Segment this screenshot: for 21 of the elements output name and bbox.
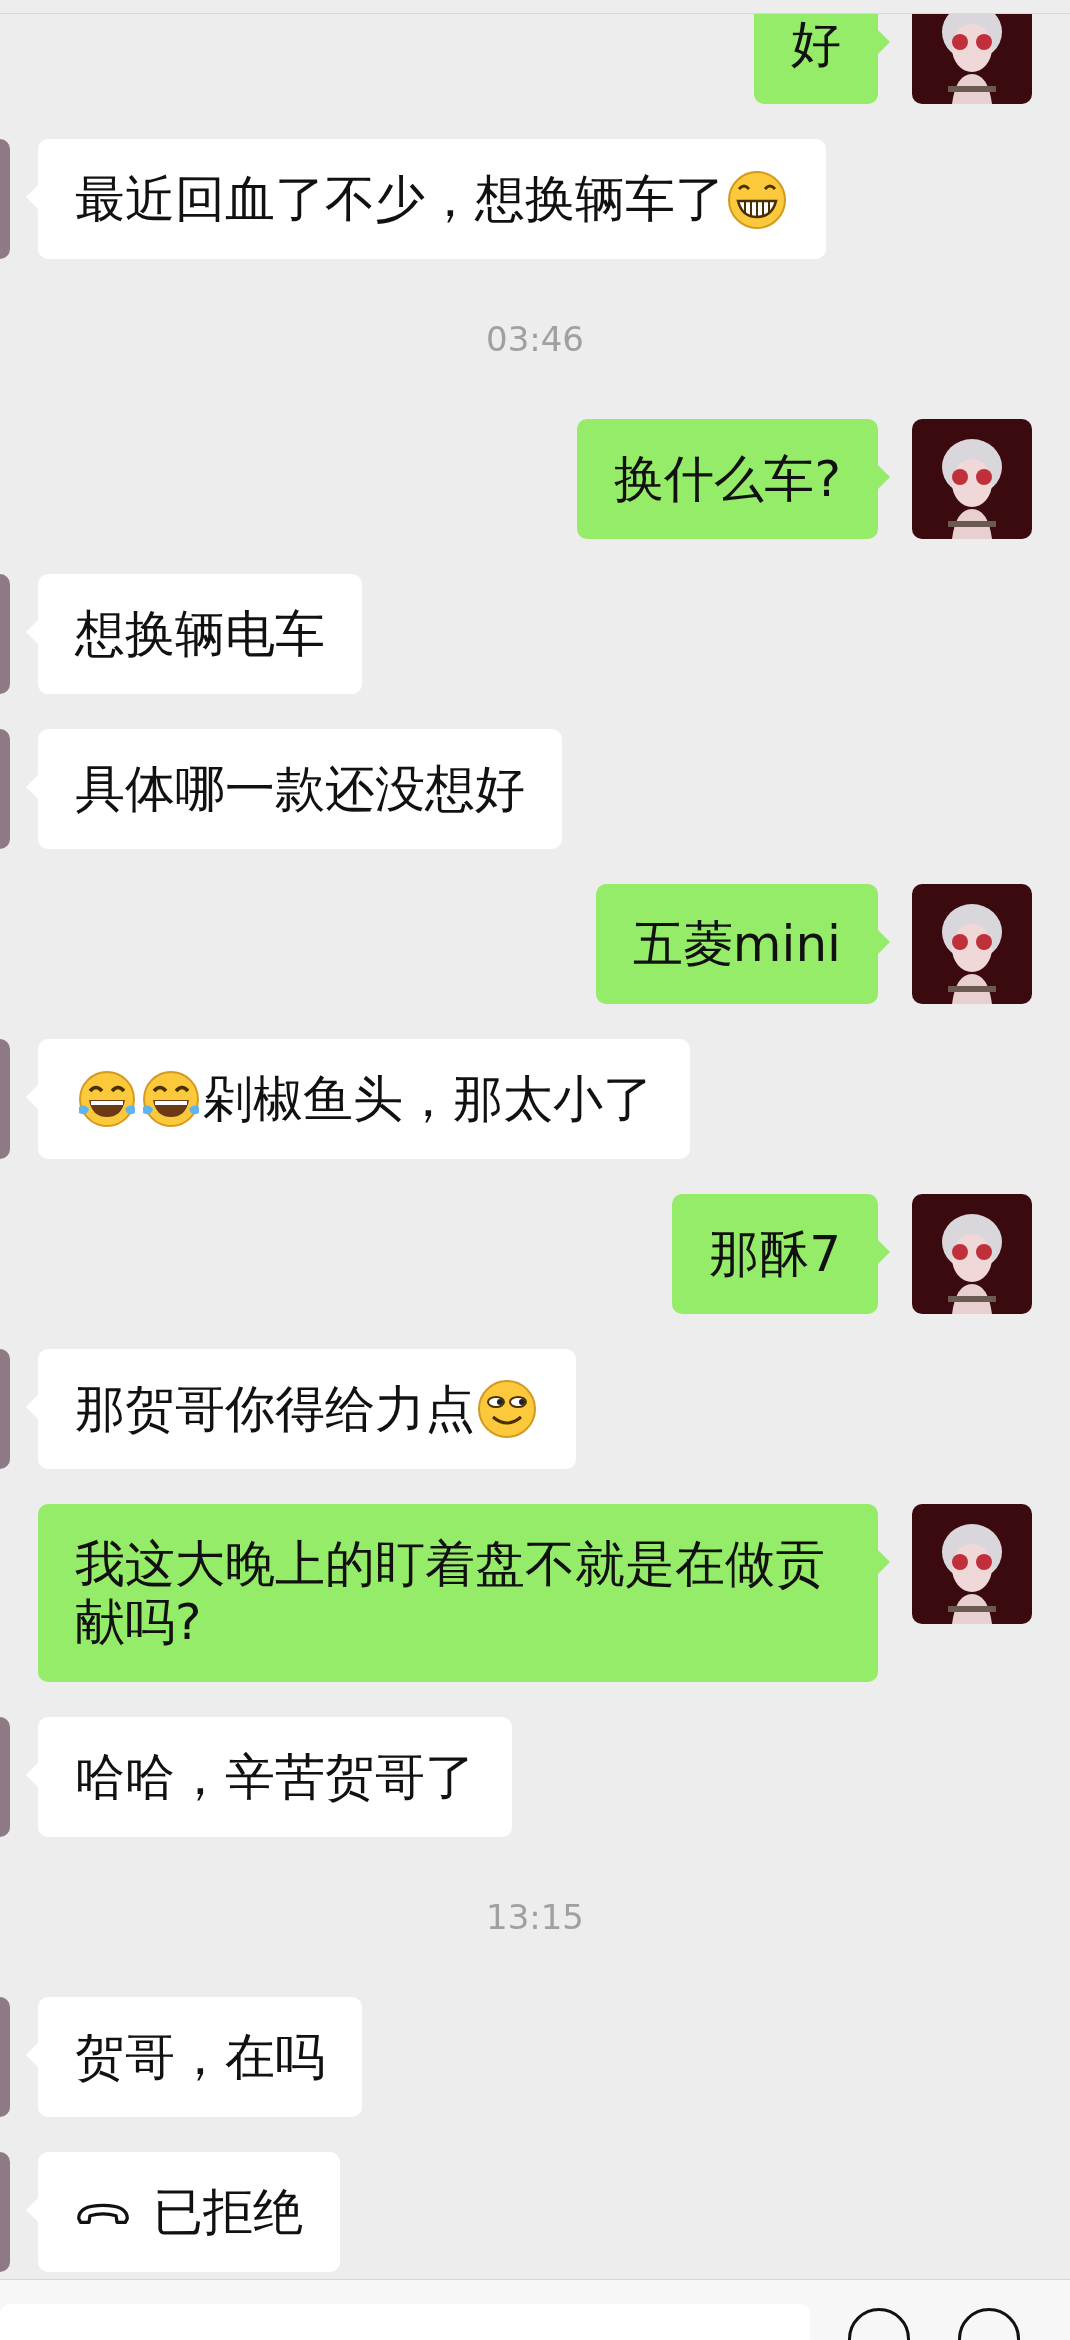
message-text: 剁椒鱼头，那太小了: [203, 1070, 653, 1128]
avatar-picture[interactable]: [912, 14, 1032, 104]
message-text: 那贺哥你得给力点: [75, 1380, 475, 1438]
message-text: 已拒绝: [153, 2183, 303, 2241]
avatar-picture[interactable]: [912, 884, 1032, 1004]
message-text: 具体哪一款还没想好: [75, 760, 525, 818]
message-text: 想换辆电车: [75, 605, 325, 663]
timestamp: 03:46: [486, 319, 584, 359]
message-text: 贺哥，在吗: [75, 2028, 325, 2086]
timestamp: 13:15: [486, 1897, 584, 1937]
message-text: 好: [791, 15, 841, 73]
avatar-picture[interactable]: [912, 1504, 1032, 1624]
message-text: 那酥7: [709, 1225, 841, 1283]
message-text: 我这大晚上的盯着盘不就是在做贡献吗?: [75, 1535, 826, 1651]
avatar-picture[interactable]: [912, 1194, 1032, 1314]
message-text: 最近回血了不少，想换辆车了: [75, 170, 725, 228]
message-text: 哈哈，辛苦贺哥了: [75, 1748, 475, 1806]
smirking-emoji-icon: [475, 1377, 539, 1441]
message-text: 五菱mini: [632, 915, 841, 973]
avatar-picture[interactable]: [912, 419, 1032, 539]
message-text: 换什么车?: [614, 450, 841, 508]
